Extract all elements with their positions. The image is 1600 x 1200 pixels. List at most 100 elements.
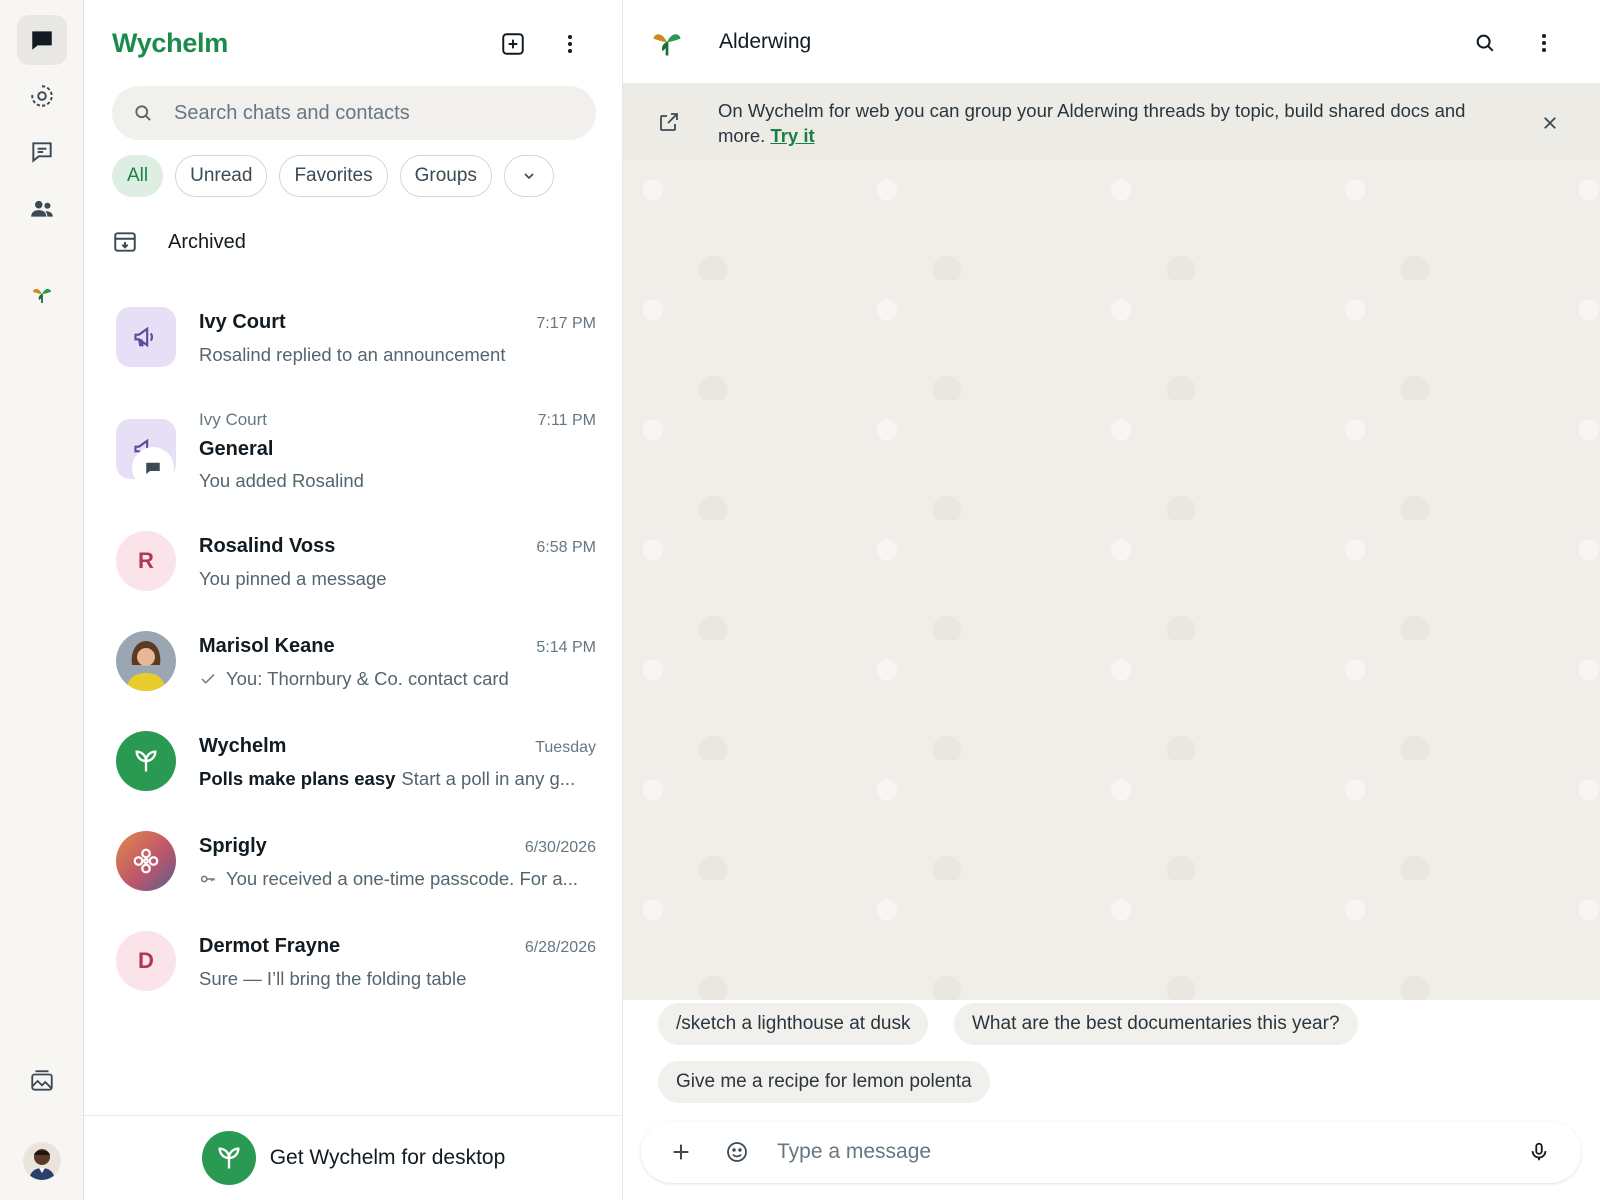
chat-row-ivy-court[interactable]: Ivy Court 7:17 PM Rosalind replied to an… [84, 300, 623, 390]
chat-row-wychelm[interactable]: Wychelm Tuesday Polls make plans easy Sta… [84, 722, 623, 812]
communities-icon [31, 200, 53, 217]
banner-close-button[interactable] [1535, 108, 1565, 138]
megaphone-icon [134, 326, 154, 348]
conversation-panel: Alderwing On Wychelm for web you can gro… [623, 0, 1600, 1200]
app-brand: Wychelm [112, 28, 228, 58]
suggestion-chip[interactable]: What are the best documentaries this yea… [954, 1003, 1358, 1045]
conversation-menu-button[interactable] [1525, 24, 1563, 62]
chat-preview-bold: Polls make plans easy [199, 768, 396, 789]
chat-avatar [116, 419, 176, 487]
search-input[interactable] [174, 101, 574, 125]
chat-name: Marisol Keane [199, 635, 335, 657]
group-badge [134, 449, 172, 487]
attach-button[interactable] [659, 1130, 703, 1174]
chat-time: 5:14 PM [536, 639, 596, 656]
suggestion-chip[interactable]: /sketch a lighthouse at dusk [658, 1003, 929, 1045]
chat-name: Rosalind Voss [199, 535, 336, 557]
chat-time: 7:11 PM [537, 412, 596, 429]
filter-all[interactable]: All [112, 155, 164, 197]
conversation-avatar[interactable] [649, 24, 685, 60]
chevron-down-icon [524, 173, 534, 180]
channels-icon [32, 142, 52, 163]
chat-preview: You received a one-time passcode. For a.… [199, 868, 589, 890]
chats-nav-button[interactable] [17, 15, 67, 65]
message-composer [641, 1121, 1581, 1183]
chat-row-general[interactable]: Ivy Court General 7:11 PM You added Rosa… [84, 400, 623, 510]
chat-row-rosalind-voss[interactable]: R Rosalind Voss 6:58 PM You pinned a mes… [84, 522, 623, 612]
get-desktop-cta[interactable]: Get Wychelm for desktop [84, 1115, 623, 1200]
sprout-icon [135, 750, 157, 772]
channels-nav-button[interactable] [17, 127, 67, 177]
filter-favorites[interactable]: Favorites [279, 155, 388, 197]
chats-icon [32, 31, 52, 50]
chat-preview-text: Sure — I’ll bring the folding table [199, 968, 467, 989]
desktop-cta-label: Get Wychelm for desktop [269, 1146, 506, 1169]
chat-preview-text: You pinned a message [199, 568, 387, 589]
status-nav-button[interactable] [17, 71, 67, 121]
microphone-icon [1531, 1142, 1547, 1161]
chat-name: Sprigly [199, 835, 267, 857]
chat-row-marisol-keane[interactable]: Marisol Keane 5:14 PM You: Thornbury & C… [84, 622, 623, 712]
filter-chips: All Unread Favorites Groups [112, 155, 554, 197]
chat-time: 6/28/2026 [524, 939, 596, 956]
chat-time: 6:58 PM [536, 539, 596, 556]
chat-avatar: D [116, 931, 176, 991]
chat-preview-text: Rosalind replied to an announcement [199, 344, 506, 365]
chat-preview: You pinned a message [199, 568, 589, 590]
chat-preview-text: You: Thornbury & Co. contact card [226, 668, 509, 689]
suggestion-chip[interactable]: Give me a recipe for lemon polenta [658, 1061, 990, 1103]
banner-text: On Wychelm for web you can group your Al… [718, 98, 1478, 148]
desktop-logo [201, 1131, 256, 1185]
external-link-icon [660, 113, 678, 131]
chat-time: Tuesday [535, 739, 596, 756]
chat-avatar [116, 831, 176, 891]
photo-avatar [116, 631, 176, 691]
chat-avatar [116, 731, 176, 791]
archive-icon [114, 232, 136, 252]
search-bar [112, 86, 596, 140]
try-it-link[interactable]: Try it [770, 125, 814, 146]
new-chat-button[interactable] [495, 26, 531, 62]
chat-preview-text: Start a poll in any g... [401, 768, 576, 789]
media-nav-button[interactable] [17, 1056, 67, 1106]
conversation-title[interactable]: Alderwing [719, 30, 811, 54]
alderwing-icon [653, 34, 681, 56]
chat-preview: You added Rosalind [199, 470, 589, 492]
chat-preview: You: Thornbury & Co. contact card [199, 668, 589, 690]
new-chat-icon [502, 33, 524, 55]
chat-avatar [116, 631, 176, 691]
chat-row-sprigly[interactable]: Sprigly 6/30/2026 You received a one-tim… [84, 822, 623, 912]
kebab-menu-icon [568, 35, 572, 53]
key-icon [200, 875, 215, 883]
message-input[interactable] [777, 1140, 1517, 1164]
group-chat-icon [146, 462, 160, 474]
chat-preview: Sure — I’ll bring the folding table [199, 968, 589, 990]
profile-avatar[interactable] [23, 1142, 61, 1180]
chat-preview-text: You added Rosalind [199, 470, 364, 491]
search-icon [1476, 34, 1494, 52]
filter-more-button[interactable] [503, 155, 554, 197]
alderwing-nav-button[interactable] [17, 269, 67, 319]
banner-message: On Wychelm for web you can group your Al… [718, 100, 1466, 146]
chat-name: Wychelm [199, 735, 287, 757]
check-icon [201, 673, 215, 684]
sprout-icon [218, 1147, 240, 1169]
communities-nav-button[interactable] [17, 184, 67, 234]
emoji-button[interactable] [715, 1130, 759, 1174]
flower-icon [133, 848, 159, 874]
kebab-menu-icon [1542, 34, 1546, 52]
chat-list-panel: Wychelm All Unread Favorites Groups Arch… [84, 0, 623, 1200]
nav-rail [0, 0, 84, 1200]
emoji-icon [727, 1142, 747, 1162]
conversation-search-button[interactable] [1466, 24, 1504, 62]
filter-unread[interactable]: Unread [175, 155, 268, 197]
chat-overline: Ivy Court [199, 410, 268, 429]
chat-time: 6/30/2026 [524, 839, 596, 856]
voice-button[interactable] [1517, 1130, 1561, 1174]
chat-avatar [116, 307, 176, 367]
archived-row[interactable]: Archived [112, 222, 246, 262]
filter-groups[interactable]: Groups [399, 155, 492, 197]
chat-row-dermot-frayne[interactable]: D Dermot Frayne 6/28/2026 Sure — I’ll br… [84, 922, 623, 1012]
menu-button[interactable] [552, 26, 588, 62]
info-banner: On Wychelm for web you can group your Al… [623, 84, 1600, 160]
